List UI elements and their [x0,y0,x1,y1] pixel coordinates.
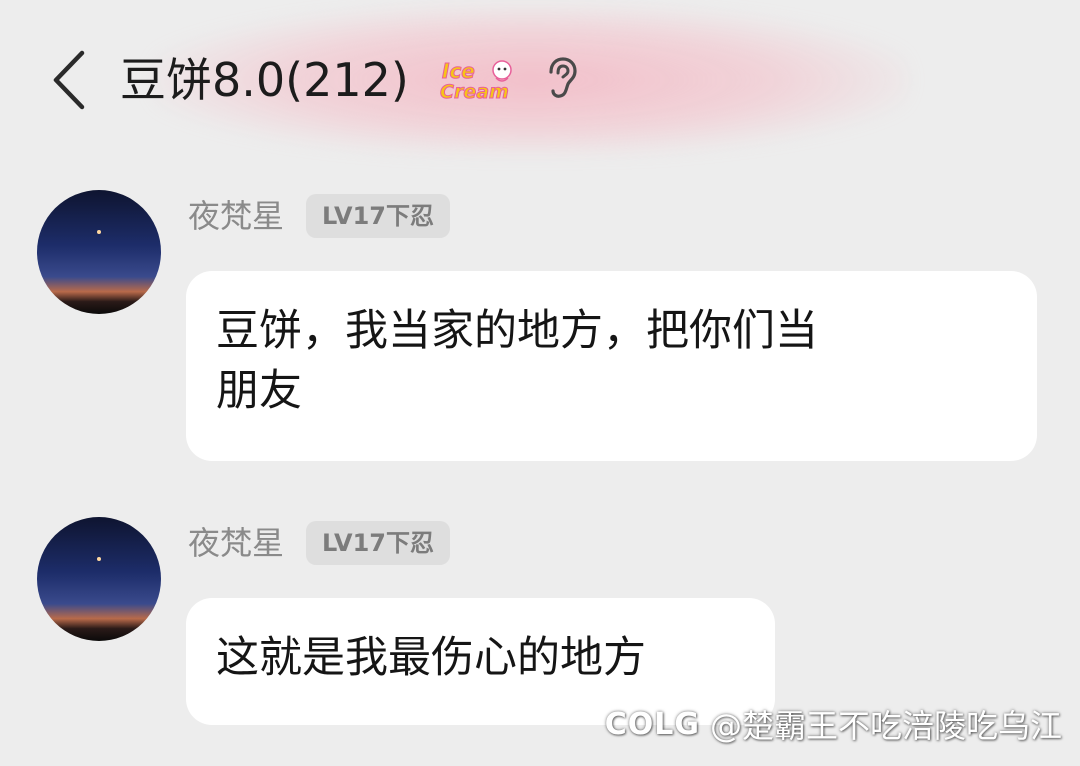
back-button[interactable] [38,42,98,118]
ice-cream-badge-icon: Ice Cream [438,56,524,104]
message-text-line: 这就是我最伤心的地方 [216,633,646,683]
colg-logo: COLG [604,706,700,742]
chat-title[interactable]: 豆饼8.0(212) [120,48,409,112]
watermark: COLG @楚霸王不吃涪陵吃乌江 [605,700,1062,748]
sender-name[interactable]: 夜梵星 [188,194,284,238]
level-badge: LV17下忍 [306,194,450,238]
chat-screen: 豆饼8.0(212) Ice Cream 夜梵星 LV17下忍 豆饼，我当家的地… [0,0,1080,766]
message-text-line: 朋友 [216,366,302,416]
avatar[interactable] [37,517,161,641]
sender-name[interactable]: 夜梵星 [188,521,284,565]
message-bubble[interactable]: 豆饼，我当家的地方，把你们当 朋友 [186,271,1037,461]
ear-mode-button[interactable] [540,54,584,102]
level-badge: LV17下忍 [306,521,450,565]
message-text-line: 豆饼，我当家的地方，把你们当 [216,306,818,356]
chevron-left-icon [53,50,85,110]
avatar[interactable] [37,190,161,314]
svg-text:Ice: Ice [442,59,475,83]
chat-header: 豆饼8.0(212) Ice Cream [0,0,1080,160]
watermark-text: @楚霸王不吃涪陵吃乌江 [709,707,1062,745]
ear-icon [549,57,577,98]
svg-text:Cream: Cream [440,81,509,103]
